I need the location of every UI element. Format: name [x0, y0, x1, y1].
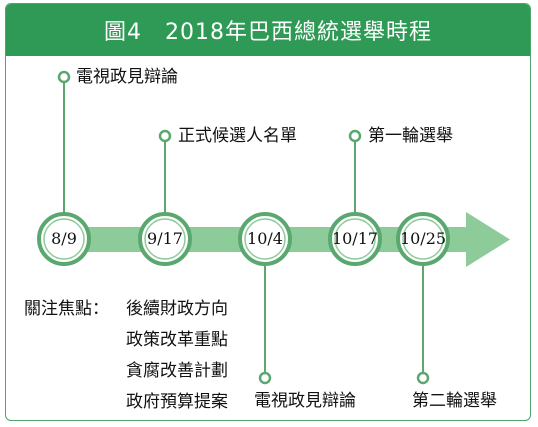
event-dot-candidate-list	[158, 129, 172, 143]
date-label-3: 10/4	[247, 229, 283, 248]
focus-item: 貪腐改善計劃	[126, 361, 228, 381]
date-label-4: 10/17	[331, 229, 379, 248]
event-label-debate-1: 電視政見辯論	[76, 67, 178, 87]
date-label-1: 8/9	[51, 229, 77, 248]
event-dot-debate-1	[57, 70, 71, 84]
event-label-debate-2: 電視政見辯論	[254, 391, 356, 411]
focus-heading: 關注焦點：	[24, 299, 109, 319]
focus-item: 後續財政方向	[126, 299, 228, 319]
event-dot-round-1	[348, 129, 362, 143]
date-label-5: 10/25	[399, 229, 447, 248]
event-dot-round-2	[416, 371, 430, 385]
event-label-round-2: 第二輪選舉	[412, 391, 497, 411]
focus-item: 政府預算提案	[126, 392, 228, 412]
focus-item: 政策改革重點	[126, 330, 228, 350]
event-label-candidate-list: 正式候選人名單	[178, 126, 297, 146]
timeline-arrow-head	[466, 212, 510, 267]
event-label-round-1: 第一輪選舉	[368, 126, 453, 146]
date-label-2: 9/17	[147, 229, 183, 248]
event-dot-debate-2	[258, 371, 272, 385]
timeline-graphic	[37, 70, 510, 385]
